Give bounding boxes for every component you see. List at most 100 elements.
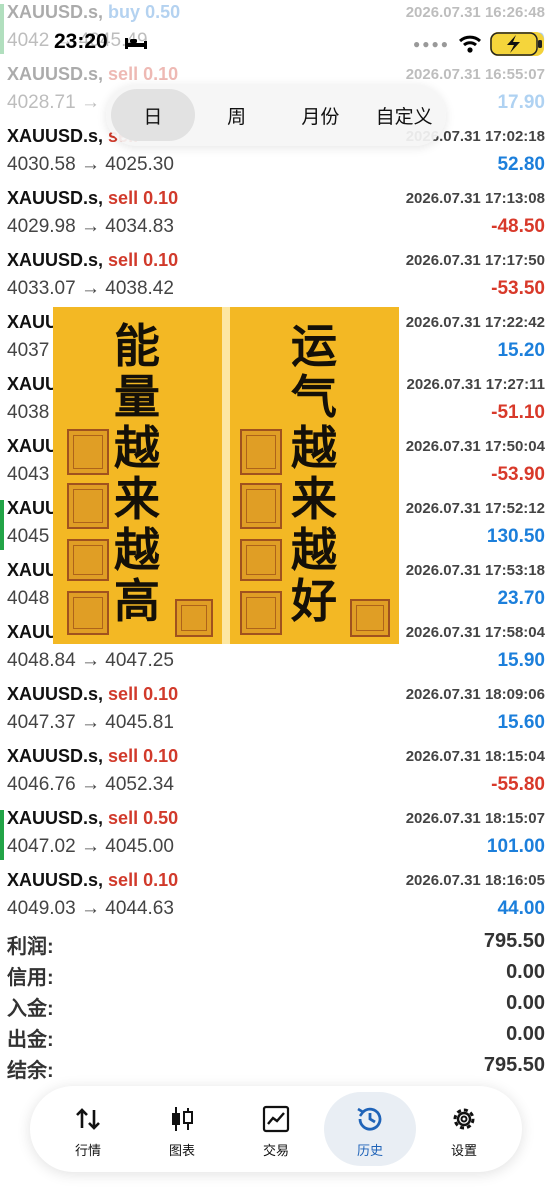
period-tabs: 日周月份 自定义	[106, 84, 446, 146]
trade-profit: -51.10	[491, 402, 545, 423]
close-price: 4025.30	[105, 154, 174, 175]
trade-time: 2026.07.31 18:09:06	[405, 686, 545, 703]
trade-symbol: XAUUSD.s, sell 0.10	[7, 188, 179, 208]
trade-prices: 4038	[7, 402, 49, 424]
trade-time: 2026.07.31 18:15:04	[405, 748, 545, 765]
trade-lot: 0.10	[143, 684, 179, 704]
quotes-icon	[73, 1104, 103, 1134]
status-bar: 23:20 ●●●●	[0, 26, 552, 62]
summary-value: 0.00	[506, 992, 545, 1014]
open-price: 4030.58	[7, 154, 76, 175]
calligraphy-char: 运	[291, 319, 337, 373]
open-price: 4046.76	[7, 774, 76, 795]
trade-symbol: XAUU	[7, 374, 59, 394]
nav-label: 历史	[356, 1143, 383, 1158]
settings-icon	[449, 1104, 479, 1134]
calligraphy-char: 好	[291, 574, 337, 628]
trade-lot: 0.10	[143, 250, 179, 270]
trade-symbol: XAUUSD.s, sell 0.10	[7, 64, 179, 84]
calligraphy-right-text: 运气越来越好	[284, 321, 344, 627]
open-price: 4037	[7, 340, 50, 361]
wifi-icon	[459, 35, 481, 53]
trade-symbol: XAUU	[7, 436, 59, 456]
trade-symbol: XAUUSD.s, sell 0.10	[7, 746, 179, 766]
period-tab[interactable]: 日	[111, 89, 195, 141]
trade-row[interactable]: XAUUSD.s, sell 0.10 2026.07.31 18:16:05 40…	[0, 866, 552, 928]
trade-side: buy	[108, 2, 141, 22]
trade-symbol: XAUUSD.s, sell 0.50	[7, 808, 179, 828]
open-price: 4049.03	[7, 898, 76, 919]
close-price: 4045.81	[105, 712, 174, 733]
summary-value: 795.50	[483, 1054, 545, 1076]
trade-row[interactable]: XAUUSD.s, sell 0.10 2026.07.31 17:17:50 40…	[0, 246, 552, 308]
nav-item[interactable]: 历史	[324, 1092, 416, 1166]
trade-profit: 44.00	[497, 898, 545, 919]
trade-row[interactable]: XAUUSD.s, sell 0.10 2026.07.31 18:15:04 40…	[0, 742, 552, 804]
trade-side: sell	[108, 250, 139, 270]
calligraphy-char: 来	[291, 472, 337, 526]
trade-symbol: XAUU	[7, 560, 59, 580]
clock: 23:20	[54, 30, 108, 53]
summary-label: 信用:	[7, 967, 54, 989]
nav-item[interactable]: 设置	[418, 1092, 510, 1166]
open-price: 4038	[7, 402, 50, 423]
trade-lot: 0.10	[143, 746, 179, 766]
trade-symbol: XAUU	[7, 312, 59, 332]
trade-prices: 4048.84 → 4047.25	[7, 650, 174, 671]
period-tab[interactable]: 自定义	[362, 89, 446, 141]
trade-prices: 4037	[7, 340, 49, 362]
summary-value: 795.50	[483, 930, 545, 952]
calligraphy-char: 能	[114, 319, 160, 373]
chart-icon	[167, 1104, 197, 1134]
summary-row: 入金: 0.00	[0, 990, 552, 1021]
sleep-mode-icon	[125, 38, 147, 49]
trade-profit: -48.50	[491, 216, 545, 237]
nav-label: 行情	[74, 1143, 101, 1158]
open-price: 4048	[7, 588, 50, 609]
close-price: 4044.63	[105, 898, 174, 919]
calligraphy-left-text: 能量越来越高	[107, 321, 167, 627]
trade-prices: 4028.71 →	[7, 92, 100, 113]
period-tab[interactable]: 月份	[279, 89, 363, 141]
summary-row: 出金: 0.00	[0, 1021, 552, 1052]
trade-lot: 0.10	[143, 64, 179, 84]
nav-item[interactable]: 行情	[42, 1092, 134, 1166]
period-tab[interactable]: 周	[195, 89, 279, 141]
summary-value: 0.00	[506, 961, 545, 983]
summary-label: 入金:	[7, 998, 54, 1020]
open-price: 4043	[7, 464, 50, 485]
accent-bar	[0, 810, 4, 860]
calligraphy-char: 来	[114, 472, 160, 526]
signal-icon: ●●●●	[413, 37, 450, 51]
trade-symbol: XAUUSD.s, sell 0.10	[7, 684, 179, 704]
trade-prices: 4048	[7, 588, 49, 610]
calligraphy-image: 能量越来越高 运气越来越好	[53, 307, 399, 644]
summary-label: 结余:	[7, 1060, 54, 1082]
nav-label: 设置	[450, 1143, 477, 1158]
battery-icon	[490, 32, 544, 56]
trade-time: 2026.07.31 16:26:48	[405, 4, 545, 21]
trade-time: 2026.07.31 17:58:04	[405, 624, 545, 641]
trade-row[interactable]: XAUUSD.s, sell 0.10 2026.07.31 17:13:08 40…	[0, 184, 552, 246]
trade-profit: 130.50	[486, 526, 545, 547]
trade-profit: -53.90	[491, 464, 545, 485]
trade-prices: 4047.02 → 4045.00	[7, 836, 174, 857]
trade-lot: 0.10	[143, 188, 179, 208]
close-price: 4045.00	[105, 836, 174, 857]
calligraphy-char: 越	[114, 523, 160, 577]
nav-item[interactable]: 交易	[230, 1092, 322, 1166]
trade-row[interactable]: XAUUSD.s, sell 0.50 2026.07.31 18:15:07 40…	[0, 804, 552, 866]
trade-prices: 4043	[7, 464, 49, 486]
nav-item[interactable]: 图表	[136, 1092, 228, 1166]
nav-label: 图表	[168, 1143, 195, 1158]
open-price: 4048.84	[7, 650, 76, 671]
trade-side: sell	[108, 684, 139, 704]
trade-symbol: XAUU	[7, 622, 59, 642]
calligraphy-char: 高	[114, 574, 160, 628]
trade-row[interactable]: XAUUSD.s, sell 0.10 2026.07.31 18:09:06 40…	[0, 680, 552, 742]
calligraphy-char: 量	[114, 370, 160, 424]
trade-profit: 15.20	[497, 340, 545, 361]
trade-side: sell	[108, 746, 139, 766]
calligraphy-char: 气	[291, 370, 337, 424]
close-price: 4034.83	[105, 216, 174, 237]
